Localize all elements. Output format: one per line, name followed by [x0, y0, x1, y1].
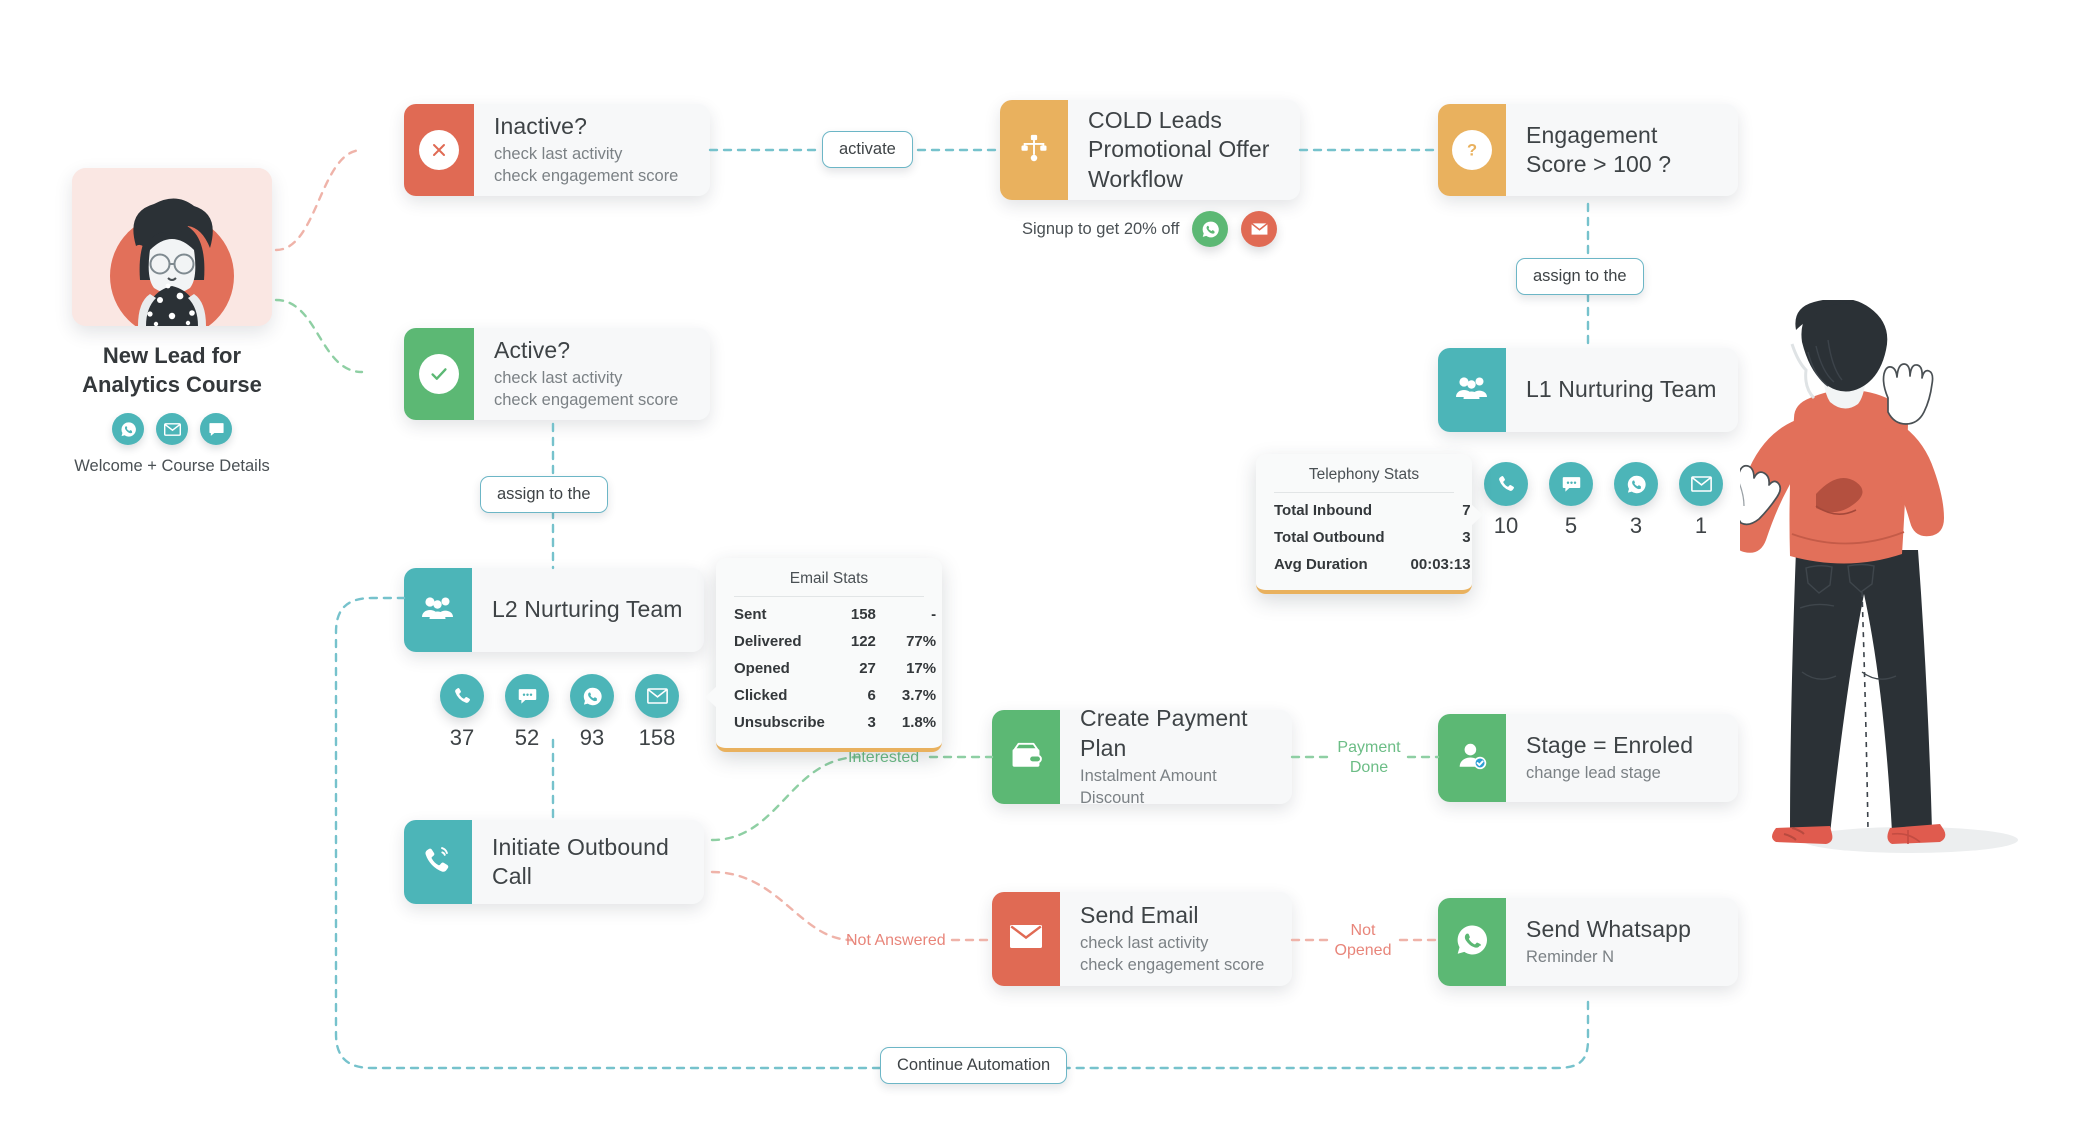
telephony-row-value: 7 [1462, 502, 1471, 519]
email-row-pct: 17% [906, 660, 937, 677]
edge-label-assign-right-text: assign to the [1533, 267, 1627, 285]
email-row-key: Clicked [734, 687, 788, 704]
email-row-value: 122 [850, 633, 876, 650]
edge-label-not-answered-text: Not Answered [846, 932, 946, 949]
edge-label-not-opened-line1: Not [1350, 922, 1376, 939]
chip-email-count: 158 [638, 725, 676, 750]
chip-phone-count: 37 [449, 725, 475, 750]
chip-whatsapp-count: 93 [579, 725, 605, 750]
chip-whatsapp[interactable]: 93 [570, 674, 614, 751]
email-row-value: 158 [850, 606, 876, 623]
telephony-row-value: 3 [1462, 529, 1471, 546]
chip-sms-count: 5 [1564, 513, 1578, 538]
telephony-stats-table: Total Inbound 7 Total Outbound 3 Avg Dur… [1274, 497, 1471, 578]
email-stats-table: Sent 158 - Delivered 122 77% Opened 27 1… [734, 601, 936, 736]
table-row: Clicked 6 3.7% [734, 682, 936, 709]
promo-text: Signup to get 20% off [1022, 219, 1180, 238]
telephony-stats-tooltip: Telephony Stats Total Inbound 7 Total Ou… [1256, 454, 1483, 594]
edge-label-payment-done-line1: Payment [1337, 739, 1401, 756]
telephony-row-value: 00:03:13 [1410, 556, 1471, 573]
chip-sms-count: 52 [514, 725, 540, 750]
edge-label-not-answered: Not Answered [846, 931, 946, 951]
edge-label-payment-done-line2: Done [1349, 759, 1389, 776]
email-row-pct: 3.7% [901, 687, 937, 704]
email-row-value: 3 [867, 714, 876, 731]
edge-label-assign-left-text: assign to the [497, 485, 591, 503]
phone-icon [1484, 462, 1528, 506]
person-illustration-svg [1706, 298, 2018, 853]
chip-sms[interactable]: 5 [1549, 462, 1593, 539]
email-row-key: Delivered [734, 633, 802, 650]
email-row-pct: 1.8% [901, 714, 937, 731]
whatsapp-icon [570, 674, 614, 718]
email-row-key: Sent [734, 606, 767, 623]
table-row: Sent 158 - [734, 601, 936, 628]
edge-label-assign-right[interactable]: assign to the [1516, 258, 1644, 295]
edge-label-activate-text: activate [839, 140, 896, 158]
tooltip-beak [705, 686, 717, 708]
table-row: Total Outbound 3 [1274, 524, 1471, 551]
chip-phone-count: 10 [1493, 513, 1519, 538]
telephony-row-key: Avg Duration [1274, 556, 1368, 573]
edge-label-activate[interactable]: activate [822, 131, 913, 168]
edge-label-not-opened: Not Opened [1324, 921, 1402, 961]
email-row-value: 27 [859, 660, 876, 677]
telephony-row-key: Total Outbound [1274, 529, 1385, 546]
table-row: Opened 27 17% [734, 655, 936, 682]
tooltip-beak [1471, 504, 1483, 526]
chip-email-count: 1 [1694, 513, 1708, 538]
email-row-pct: - [931, 606, 937, 623]
telephony-row-key: Total Inbound [1274, 502, 1373, 519]
edge-label-payment-done: Payment Done [1326, 738, 1412, 778]
table-row: Unsubscribe 3 1.8% [734, 709, 936, 736]
chip-email[interactable]: 1 [1679, 462, 1723, 539]
whatsapp-icon [1614, 462, 1658, 506]
edge-label-not-opened-line2: Opened [1334, 942, 1392, 959]
email-row-key: Opened [734, 660, 790, 677]
edge-label-continue-automation-text: Continue Automation [897, 1056, 1051, 1074]
email-icon [1679, 462, 1723, 506]
whatsapp-icon[interactable] [1192, 211, 1229, 247]
edge-label-assign-left[interactable]: assign to the [480, 476, 608, 513]
workflow-canvas: New Lead for Analytics Course Welcome + … [0, 0, 2076, 1126]
email-icon[interactable] [1241, 211, 1278, 247]
chip-whatsapp-count: 3 [1629, 513, 1643, 538]
email-row-value: 6 [867, 687, 876, 704]
email-stats-title: Email Stats [734, 570, 924, 597]
email-stats-tooltip: Email Stats Sent 158 - Delivered 122 77%… [705, 558, 942, 752]
chip-email[interactable]: 158 [635, 674, 679, 751]
person-illustration [1706, 298, 2076, 865]
table-row: Delivered 122 77% [734, 628, 936, 655]
chip-phone[interactable]: 37 [440, 674, 484, 751]
email-row-key: Unsubscribe [734, 714, 825, 731]
phone-icon [440, 674, 484, 718]
chip-phone[interactable]: 10 [1484, 462, 1528, 539]
email-row-pct: 77% [906, 633, 937, 650]
l2-channel-chips: 37 52 93 158 [440, 674, 679, 751]
table-row: Total Inbound 7 [1274, 497, 1471, 524]
telephony-stats-title: Telephony Stats [1274, 466, 1454, 493]
table-row: Avg Duration 00:03:13 [1274, 551, 1471, 578]
email-icon [635, 674, 679, 718]
sms-icon [1549, 462, 1593, 506]
l1-channel-chips: 10 5 3 1 [1484, 462, 1723, 539]
chip-whatsapp[interactable]: 3 [1614, 462, 1658, 539]
chip-sms[interactable]: 52 [505, 674, 549, 751]
sms-icon [505, 674, 549, 718]
promo-row: Signup to get 20% off [1022, 211, 1278, 247]
edge-label-continue-automation[interactable]: Continue Automation [880, 1047, 1068, 1084]
